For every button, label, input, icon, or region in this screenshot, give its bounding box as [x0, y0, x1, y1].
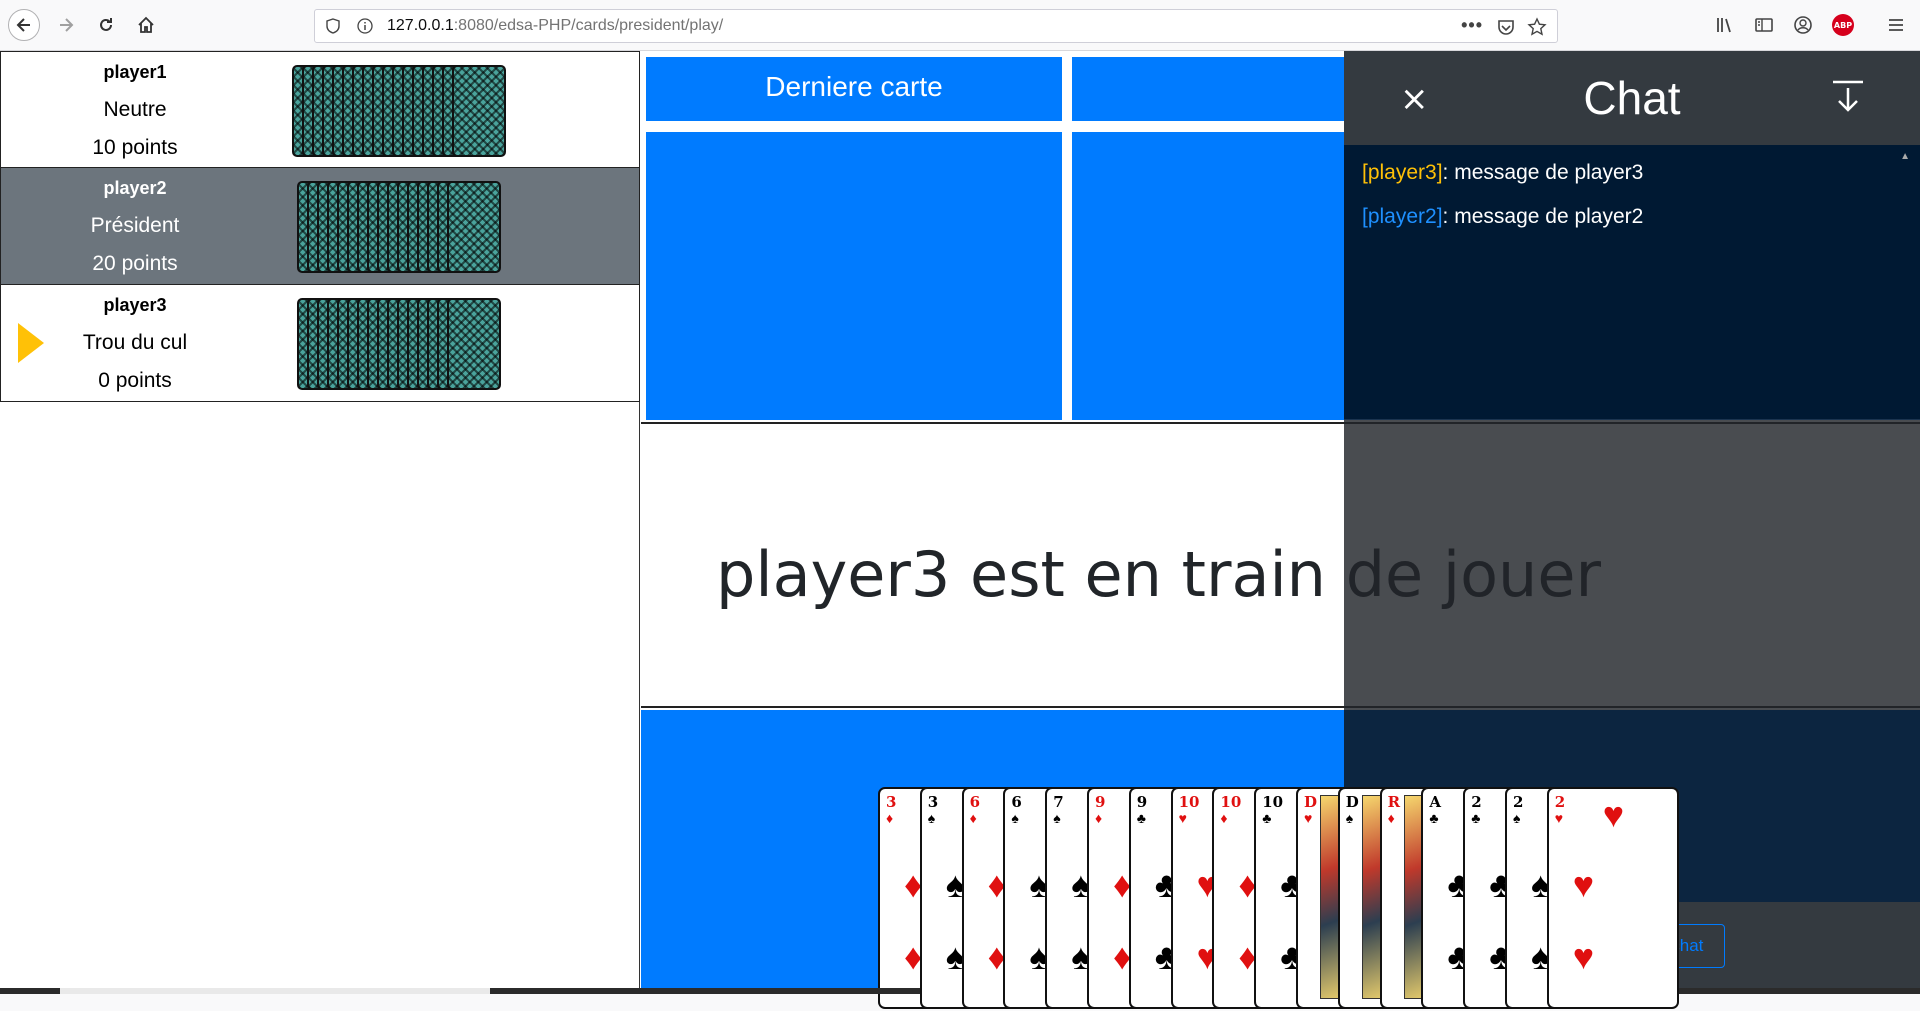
address-bar[interactable]: 127.0.0.1:8080/edsa-PHP/cards/president/…	[314, 9, 1558, 43]
card-suit-icon: ♣	[1136, 810, 1146, 826]
card-rank: 2	[1554, 793, 1566, 811]
chat-messages: [player3]: message de player3 [player2]: …	[1344, 145, 1920, 419]
card-back	[447, 298, 501, 390]
player-rank: Président	[90, 214, 180, 237]
chat-text: : message de player3	[1442, 161, 1644, 184]
chat-author: [player2]	[1362, 205, 1443, 228]
card-rank: 2	[1513, 793, 1524, 811]
library-icon[interactable]	[1713, 12, 1737, 38]
info-icon[interactable]	[357, 18, 373, 34]
card-rank: 3	[927, 793, 939, 811]
chat-header: × Chat	[1344, 51, 1920, 145]
chat-scrollbar[interactable]: ▲ ▼	[1900, 151, 1914, 931]
player-name: player1	[103, 62, 167, 82]
home-icon	[138, 16, 154, 33]
home-button[interactable]	[130, 9, 162, 41]
browser-toolbar: 127.0.0.1:8080/edsa-PHP/cards/president/…	[0, 0, 1920, 51]
account-icon[interactable]	[1791, 12, 1815, 38]
player-row: player2 Président 20 points	[0, 168, 640, 285]
player-points: 0 points	[98, 369, 172, 392]
card-rank: 6	[969, 793, 981, 811]
card-suit-icon: ♣	[1429, 810, 1439, 826]
player-name: player2	[103, 178, 167, 198]
card-rank: 10	[1178, 793, 1200, 811]
card-suit-icon: ♠	[1053, 810, 1061, 826]
sidebar-icon[interactable]	[1752, 12, 1776, 38]
card-pip-icon: ♥	[1572, 936, 1595, 977]
url-text[interactable]: 127.0.0.1:8080/edsa-PHP/cards/president/…	[387, 17, 723, 35]
player-card-backs	[297, 298, 567, 390]
card-suit-icon: ♣	[1471, 810, 1481, 826]
card-pip-icon: ♥	[1572, 864, 1595, 905]
scrollbar-thumb[interactable]	[60, 988, 490, 994]
forward-button[interactable]	[50, 9, 82, 41]
card-suit-icon: ♦	[886, 810, 894, 826]
pocket-icon[interactable]	[1497, 18, 1515, 36]
card-rank: D	[1345, 793, 1359, 811]
player-rank: Neutre	[103, 98, 167, 121]
player-points: 10 points	[92, 136, 178, 159]
shield-icon[interactable]	[325, 18, 341, 34]
arrow-left-icon	[16, 18, 30, 32]
card-rank: 9	[1136, 793, 1148, 811]
back-button[interactable]	[8, 9, 40, 41]
card-rank: R	[1387, 793, 1401, 811]
card-rank: 9	[1095, 793, 1106, 811]
card-rank: 6	[1011, 793, 1022, 811]
last-card-header: Derniere carte	[646, 57, 1062, 121]
player-row: player3 Trou du cul 0 points	[0, 285, 640, 402]
card-back	[452, 65, 506, 157]
bookmark-star-icon[interactable]	[1527, 17, 1547, 37]
chat-message: [player3]: message de player3	[1362, 151, 1920, 195]
arrow-right-icon	[60, 18, 74, 32]
card-suit-icon: ♥	[1554, 810, 1564, 826]
player-name: player3	[103, 295, 167, 315]
adblock-icon[interactable]: ABP	[1831, 12, 1855, 38]
current-turn-arrow-icon	[18, 323, 44, 363]
reload-button[interactable]	[90, 9, 122, 41]
card-suit-icon: ♦	[1095, 810, 1103, 826]
card-rank: D	[1304, 793, 1318, 811]
chat-author: [player3]	[1362, 161, 1443, 184]
player-card-backs	[297, 181, 567, 273]
reload-icon	[100, 18, 112, 31]
last-card-slot	[646, 132, 1062, 420]
card-back	[447, 181, 501, 273]
scroll-down-icon[interactable]	[1830, 79, 1866, 115]
card-rank: 3	[886, 793, 897, 811]
card-suit-icon: ♦	[1387, 810, 1395, 826]
hand-card[interactable]: 2 ♥ ♥ ♥ ♥	[1546, 787, 1679, 1009]
chat-text: : message de player2	[1442, 205, 1644, 228]
card-rank: 10	[1220, 793, 1242, 811]
card-suit-icon: ♥	[1304, 810, 1313, 826]
game-page: player1 Neutre 10 points player2 Président 20…	[0, 51, 1920, 1009]
menu-icon[interactable]	[1884, 12, 1908, 38]
card-suit-icon: ♠	[1513, 810, 1521, 826]
card-suit-icon: ♠	[1345, 810, 1354, 826]
card-suit-icon: ♦	[1220, 810, 1228, 826]
chat-message: [player2]: message de player2	[1362, 195, 1920, 239]
card-pip-icon: ♥	[1602, 794, 1625, 835]
card-rank: 2	[1471, 793, 1482, 811]
card-suit-icon: ♦	[969, 810, 977, 826]
players-panel: player1 Neutre 10 points player2 Président 20…	[0, 51, 640, 988]
card-suit-icon: ♠	[927, 810, 936, 826]
url-host: 127.0.0.1	[387, 17, 454, 34]
last-card-label: Derniere carte	[765, 71, 943, 102]
card-suit-icon: ♣	[1262, 810, 1272, 826]
player-row: player1 Neutre 10 points	[0, 51, 640, 168]
card-rank: 10	[1262, 793, 1284, 811]
player-points: 20 points	[92, 252, 178, 275]
card-rank: A	[1429, 793, 1442, 811]
card-suit-icon: ♠	[1011, 810, 1019, 826]
page-actions-icon[interactable]: •••	[1461, 15, 1483, 36]
player-card-backs	[292, 65, 562, 157]
card-rank: 7	[1053, 793, 1064, 811]
player-hand: 3 ♦ ♦ ♦ 3 ♠ ♠ ♠ 6 ♦ ♦ ♦ 6 ♠ ♠ ♠ 7 ♠ ♠ ♠ 9 ♦ ♦ ♦ 9 ♣ ♣ ♣ 10 ♥ ♥ ♥ 10 ♦ ♦ ♦ 10…	[878, 787, 1778, 1011]
card-suit-icon: ♥	[1178, 810, 1187, 826]
chevron-up-icon[interactable]: ▲	[1900, 151, 1910, 162]
url-path: :8080/edsa-PHP/cards/president/play/	[453, 17, 724, 34]
